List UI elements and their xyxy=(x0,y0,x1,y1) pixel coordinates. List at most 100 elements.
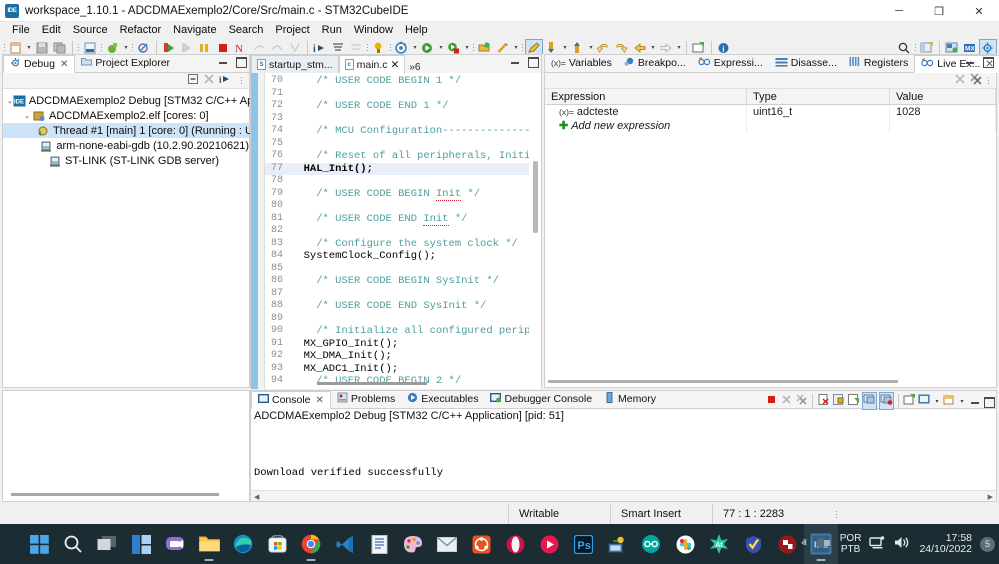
menu-window[interactable]: Window xyxy=(348,22,399,38)
code-line[interactable]: 75 xyxy=(265,138,529,151)
code-line[interactable]: 74 /* MCU Configuration-----------------… xyxy=(265,125,529,138)
menu-edit[interactable]: Edit xyxy=(36,22,67,38)
new-console-view-icon[interactable] xyxy=(918,393,931,409)
remove-all-launches-icon[interactable] xyxy=(795,393,808,409)
maximize-button[interactable]: ❐ xyxy=(919,0,959,22)
tab-expressions[interactable]: Expressi... xyxy=(692,54,769,72)
debug-minimize-icon[interactable] xyxy=(218,56,229,67)
console-maximize-icon[interactable] xyxy=(983,396,995,408)
menu-refactor[interactable]: Refactor xyxy=(114,22,168,38)
tab-console-close-icon[interactable]: ✕ xyxy=(316,395,324,406)
tab-problems[interactable]: Problems xyxy=(331,390,401,408)
menu-help[interactable]: Help xyxy=(399,22,434,38)
scroll-lock-icon[interactable] xyxy=(832,393,845,409)
code-line[interactable]: 87 xyxy=(265,288,529,301)
display-selected-console-icon[interactable] xyxy=(879,392,894,410)
slack-button[interactable] xyxy=(668,524,702,564)
tab-main-c-close-icon[interactable]: ✕ xyxy=(391,59,400,71)
live-expressions-minimize-icon[interactable] xyxy=(965,56,976,67)
mail-button[interactable] xyxy=(430,524,464,564)
add-new-expression-cell[interactable]: ✚ Add new expression xyxy=(545,119,747,133)
live-expressions-maximize-icon[interactable] xyxy=(982,56,994,68)
language-indicator[interactable]: POR PTB xyxy=(840,533,862,555)
tab-registers[interactable]: Registers xyxy=(843,54,914,72)
code-line[interactable]: 93 MX_ADC1_Init(); xyxy=(265,363,529,376)
editor-maximize-icon[interactable] xyxy=(527,56,539,68)
notification-badge[interactable]: 5 xyxy=(980,536,995,552)
tree-item-thread[interactable]: Thread #1 [main] 1 [core: 0] (Running : … xyxy=(3,123,304,138)
tab-debug-close-icon[interactable]: ✕ xyxy=(60,59,68,70)
network-icon[interactable] xyxy=(869,535,886,553)
code-line[interactable]: 84 SystemClock_Config(); xyxy=(265,250,529,263)
ubuntu-button[interactable] xyxy=(464,524,498,564)
altium-button[interactable]: At xyxy=(702,524,736,564)
opera-button[interactable] xyxy=(498,524,532,564)
expressions-horizontal-scrollbar[interactable] xyxy=(545,377,996,387)
open-console-dropdown-icon[interactable] xyxy=(943,393,956,409)
expression-row-adcteste[interactable]: (x)= adcteste uint16_t 1028 xyxy=(545,105,996,119)
editor-horizontal-scroll-thumb[interactable] xyxy=(317,382,427,385)
column-type[interactable]: Type xyxy=(747,88,890,105)
add-new-expression-row[interactable]: ✚ Add new expression xyxy=(545,119,996,133)
expressions-horizontal-scroll-thumb[interactable] xyxy=(548,380,898,383)
proteus-button[interactable] xyxy=(600,524,634,564)
tab-variables[interactable]: (x)= Variables xyxy=(545,54,618,72)
remove-all-terminated-icon[interactable] xyxy=(203,73,215,88)
menu-run[interactable]: Run xyxy=(316,22,348,38)
code-line[interactable]: 82 xyxy=(265,225,529,238)
expand-twisty-icon-2[interactable]: ⌄ xyxy=(21,112,33,120)
chrome-button[interactable] xyxy=(294,524,328,564)
console-horizontal-scrollbar[interactable]: ◀ ▶ xyxy=(251,490,996,501)
code-line[interactable]: 83 /* Configure the system clock */ xyxy=(265,238,529,251)
code-line[interactable]: 81 /* USER CODE END Init */ xyxy=(265,212,529,226)
expression-cell[interactable]: (x)= adcteste xyxy=(545,105,747,119)
code-line[interactable]: 86 /* USER CODE BEGIN SysInit */ xyxy=(265,275,529,288)
microsoft-store-button[interactable] xyxy=(260,524,294,564)
tree-item-process[interactable]: ⌄ ADCDMAExemplo2.elf [cores: 0] xyxy=(3,108,249,123)
show-console-on-output-icon[interactable] xyxy=(847,393,860,409)
menu-file[interactable]: File xyxy=(6,22,36,38)
todo-button[interactable] xyxy=(736,524,770,564)
menu-source[interactable]: Source xyxy=(67,22,114,38)
arduino-button[interactable] xyxy=(634,524,668,564)
clear-console-icon[interactable] xyxy=(817,393,830,409)
widgets-button[interactable] xyxy=(124,524,158,564)
code-line[interactable]: 85 xyxy=(265,263,529,276)
code-line[interactable]: 71 xyxy=(265,88,529,101)
code-line[interactable]: 80 xyxy=(265,200,529,213)
editor-minimize-icon[interactable] xyxy=(510,56,521,67)
remove-all-expressions-icon[interactable] xyxy=(970,73,982,88)
editor-more-tabs[interactable]: »6 xyxy=(405,62,424,73)
menu-search[interactable]: Search xyxy=(223,22,270,38)
fritzing-button[interactable] xyxy=(770,524,804,564)
code-line[interactable]: 79 /* USER CODE BEGIN Init */ xyxy=(265,187,529,201)
instruction-stepping-mode-icon[interactable]: i xyxy=(219,73,233,88)
tree-item-launch[interactable]: ⌄ IDE ADCDMAExemplo2 Debug [STM32 C/C++ … xyxy=(3,93,297,108)
left-bottom-horizontal-scrollbar[interactable] xyxy=(3,490,249,501)
media-player-button[interactable] xyxy=(532,524,566,564)
left-bottom-scroll-thumb[interactable] xyxy=(11,493,219,496)
volume-icon[interactable] xyxy=(894,535,911,553)
hidden-tray-icon[interactable] xyxy=(815,536,832,553)
show-hidden-icons-button[interactable]: ⱏ xyxy=(801,538,806,551)
code-line[interactable]: 89 xyxy=(265,313,529,326)
column-expression[interactable]: Expression xyxy=(545,88,747,105)
tree-item-gdb[interactable]: arm-none-eabi-gdb (10.2.90.20210621) xyxy=(3,138,249,153)
menu-project[interactable]: Project xyxy=(269,22,315,38)
paint-button[interactable] xyxy=(396,524,430,564)
code-line[interactable]: 92 MX_DMA_Init(); xyxy=(265,350,529,363)
new-console-dropdown-icon[interactable]: ▾ xyxy=(933,392,941,410)
open-console-dropdown-arrow-icon[interactable]: ▾ xyxy=(958,392,966,410)
debug-view-menu-icon[interactable] xyxy=(239,74,244,88)
console-output[interactable]: Download verified successfully xyxy=(251,423,996,485)
editor-vertical-scroll-thumb[interactable] xyxy=(533,161,538,233)
code-line[interactable]: 73 xyxy=(265,113,529,126)
editor-vertical-scrollbar[interactable] xyxy=(531,75,540,377)
tab-project-explorer[interactable]: Project Explorer xyxy=(75,54,176,72)
vscode-button[interactable] xyxy=(328,524,362,564)
column-value[interactable]: Value xyxy=(890,88,996,105)
task-view-button[interactable] xyxy=(90,524,124,564)
tab-main-c[interactable]: c main.c ✕ xyxy=(338,55,406,73)
code-line[interactable]: 78 xyxy=(265,175,529,188)
code-line[interactable]: 76 /* Reset of all peripherals, Initiali… xyxy=(265,150,529,163)
